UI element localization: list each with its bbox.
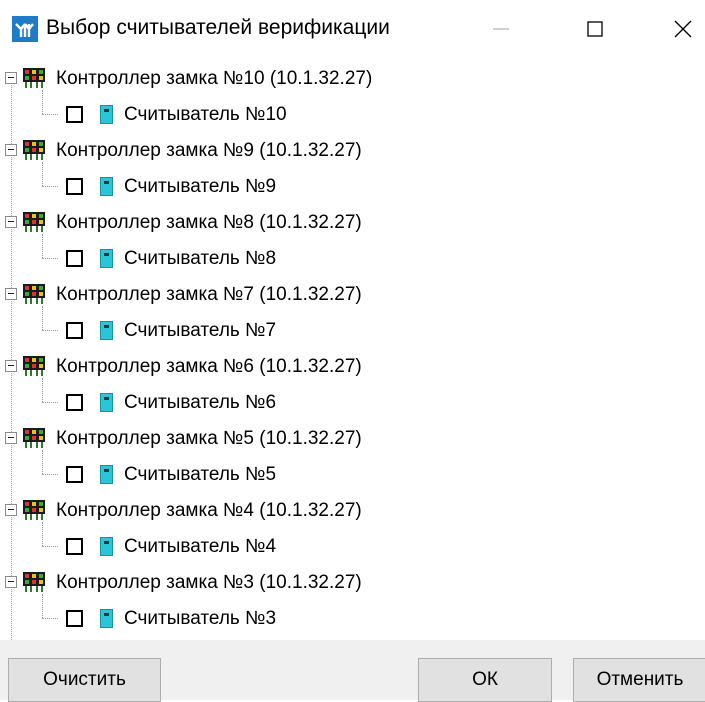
tree-node-reader[interactable]: Считыватель №5 bbox=[0, 450, 705, 494]
lock-controller-icon bbox=[23, 500, 45, 520]
card-reader-icon bbox=[100, 249, 113, 268]
close-icon bbox=[674, 20, 692, 38]
tree-node-reader[interactable]: Считыватель №6 bbox=[0, 378, 705, 422]
card-reader-icon bbox=[100, 393, 113, 412]
collapse-toggle-icon[interactable] bbox=[5, 72, 17, 84]
reader-label: Считыватель №6 bbox=[124, 392, 277, 413]
reader-checkbox[interactable] bbox=[66, 250, 83, 267]
reader-label: Считыватель №9 bbox=[124, 176, 277, 197]
controller-label: Контроллер замка №5 (10.1.32.27) bbox=[56, 428, 362, 449]
collapse-toggle-icon[interactable] bbox=[5, 360, 17, 372]
collapse-toggle-icon[interactable] bbox=[5, 504, 17, 516]
tree-connector-line bbox=[42, 402, 58, 403]
reader-label: Считыватель №10 bbox=[124, 104, 287, 125]
tree-node-controller[interactable]: Контроллер замка №6 (10.1.32.27) bbox=[0, 350, 705, 386]
tree-connector-line bbox=[42, 546, 58, 547]
controller-label: Контроллер замка №4 (10.1.32.27) bbox=[56, 500, 362, 521]
tree-node-reader[interactable]: Считыватель №7 bbox=[0, 306, 705, 350]
controller-label: Контроллер замка №7 (10.1.32.27) bbox=[56, 284, 362, 305]
tree-node-controller[interactable]: Контроллер замка №4 (10.1.32.27) bbox=[0, 494, 705, 530]
button-bar: Очистить ОК Отменить bbox=[0, 640, 705, 702]
card-reader-icon bbox=[100, 177, 113, 196]
ok-button[interactable]: ОК bbox=[418, 658, 552, 702]
window-title: Выбор считывателей верификации bbox=[46, 16, 390, 39]
lock-controller-icon bbox=[23, 284, 45, 304]
app-logo-icon bbox=[12, 16, 38, 42]
card-reader-icon bbox=[100, 321, 113, 340]
tree-connector-line bbox=[42, 258, 58, 259]
reader-label: Считыватель №7 bbox=[124, 320, 277, 341]
lock-controller-icon bbox=[23, 356, 45, 376]
tree-node-reader[interactable]: Считыватель №8 bbox=[0, 234, 705, 278]
lock-controller-icon bbox=[23, 212, 45, 232]
cancel-button[interactable]: Отменить bbox=[573, 658, 705, 702]
tree-connector-line bbox=[11, 589, 12, 640]
clear-button[interactable]: Очистить bbox=[8, 658, 161, 702]
controller-label: Контроллер замка №9 (10.1.32.27) bbox=[56, 140, 362, 161]
reader-label: Считыватель №4 bbox=[124, 536, 277, 557]
minimize-icon bbox=[493, 28, 509, 30]
lock-controller-icon bbox=[23, 572, 45, 592]
tree-node-controller[interactable]: Контроллер замка №10 (10.1.32.27) bbox=[0, 62, 705, 98]
lock-controller-icon bbox=[23, 140, 45, 160]
maximize-icon bbox=[587, 21, 603, 37]
controller-label: Контроллер замка №8 (10.1.32.27) bbox=[56, 212, 362, 233]
reader-checkbox[interactable] bbox=[66, 538, 83, 555]
controller-label: Контроллер замка №6 (10.1.32.27) bbox=[56, 356, 362, 377]
reader-checkbox[interactable] bbox=[66, 178, 83, 195]
reader-label: Считыватель №3 bbox=[124, 608, 277, 629]
lock-controller-icon bbox=[23, 68, 45, 88]
reader-checkbox[interactable] bbox=[66, 466, 83, 483]
reader-label: Считыватель №8 bbox=[124, 248, 277, 269]
collapse-toggle-icon[interactable] bbox=[5, 576, 17, 588]
tree-node-reader[interactable]: Считыватель №3 bbox=[0, 594, 705, 638]
tree-connector-line bbox=[42, 618, 58, 619]
reader-tree[interactable]: Контроллер замка №10 (10.1.32.27) Считыва… bbox=[0, 62, 705, 640]
tree-node-controller[interactable]: Контроллер замка №8 (10.1.32.27) bbox=[0, 206, 705, 242]
collapse-toggle-icon[interactable] bbox=[5, 432, 17, 444]
tree-connector-line bbox=[42, 186, 58, 187]
tree-node-reader[interactable]: Считыватель №9 bbox=[0, 162, 705, 206]
tree-connector-line bbox=[42, 330, 58, 331]
reader-checkbox[interactable] bbox=[66, 322, 83, 339]
tree-node-controller[interactable]: Контроллер замка №9 (10.1.32.27) bbox=[0, 134, 705, 170]
close-button[interactable] bbox=[660, 8, 705, 50]
tree-node-controller[interactable]: Контроллер замка №5 (10.1.32.27) bbox=[0, 422, 705, 458]
tree-node-reader[interactable]: Считыватель №10 bbox=[0, 90, 705, 134]
controller-label: Контроллер замка №10 (10.1.32.27) bbox=[56, 68, 373, 89]
tree-connector-line bbox=[42, 234, 43, 258]
tree-node-controller[interactable]: Контроллер замка №7 (10.1.32.27) bbox=[0, 278, 705, 314]
tree-connector-line bbox=[42, 90, 43, 114]
collapse-toggle-icon[interactable] bbox=[5, 144, 17, 156]
collapse-toggle-icon[interactable] bbox=[5, 288, 17, 300]
tree-node-reader[interactable]: Считыватель №4 bbox=[0, 522, 705, 566]
tree-connector-line bbox=[42, 162, 43, 186]
reader-checkbox[interactable] bbox=[66, 610, 83, 627]
controller-label: Контроллер замка №3 (10.1.32.27) bbox=[56, 572, 362, 593]
card-reader-icon bbox=[100, 105, 113, 124]
minimize-button[interactable] bbox=[478, 8, 524, 50]
tree-connector-line bbox=[42, 594, 43, 618]
collapse-toggle-icon[interactable] bbox=[5, 216, 17, 228]
maximize-button[interactable] bbox=[572, 8, 618, 50]
card-reader-icon bbox=[100, 609, 113, 628]
title-bar[interactable]: Выбор считывателей верификации bbox=[0, 0, 705, 56]
reader-checkbox[interactable] bbox=[66, 394, 83, 411]
card-reader-icon bbox=[100, 537, 113, 556]
lock-controller-icon bbox=[23, 428, 45, 448]
tree-node-controller[interactable]: Контроллер замка №3 (10.1.32.27) bbox=[0, 566, 705, 602]
tree-connector-line bbox=[42, 450, 43, 474]
card-reader-icon bbox=[100, 465, 113, 484]
reader-label: Считыватель №5 bbox=[124, 464, 277, 485]
tree-connector-line bbox=[42, 378, 43, 402]
tree-connector-line bbox=[42, 114, 58, 115]
tree-connector-line bbox=[42, 522, 43, 546]
reader-checkbox[interactable] bbox=[66, 106, 83, 123]
tree-connector-line bbox=[42, 306, 43, 330]
tree-connector-line bbox=[42, 474, 58, 475]
